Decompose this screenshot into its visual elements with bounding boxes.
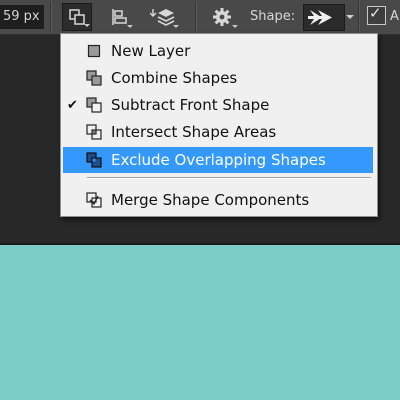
- intersect-shape-areas-icon: [86, 124, 102, 140]
- menu-item-intersect-shape-areas[interactable]: Intersect Shape Areas: [61, 119, 377, 145]
- toolbar-divider: [50, 2, 51, 32]
- menu-item-label: Merge Shape Components: [111, 191, 310, 209]
- new-layer-icon: [87, 44, 101, 58]
- path-alignment-button[interactable]: [104, 3, 134, 31]
- chevron-down-icon: [232, 25, 238, 28]
- menu-divider: [87, 177, 371, 178]
- menu-item-label: Exclude Overlapping Shapes: [111, 151, 326, 169]
- path-arrangement-icon: [150, 9, 175, 26]
- toolbar-divider: [195, 2, 196, 32]
- menu-item-label: Combine Shapes: [111, 69, 238, 87]
- merge-shape-components-icon: [86, 192, 102, 208]
- subtract-front-shape-icon: [86, 97, 102, 113]
- menu-item-label: Subtract Front Shape: [111, 96, 270, 114]
- chevron-down-icon: [127, 25, 133, 28]
- arrow-shape-icon: [308, 10, 332, 25]
- path-arrangement-button[interactable]: [146, 3, 180, 31]
- chevron-down-icon: [173, 25, 179, 28]
- menu-item-label: New Layer: [111, 42, 191, 60]
- path-operations-button[interactable]: [62, 3, 92, 31]
- menu-item-subtract-front-shape[interactable]: ✔ Subtract Front Shape: [61, 92, 377, 118]
- shape-picker[interactable]: [303, 4, 345, 31]
- menu-item-merge-shape-components[interactable]: Merge Shape Components: [61, 187, 377, 213]
- shape-label: Shape:: [250, 9, 296, 24]
- path-alignment-icon: [112, 9, 127, 25]
- combine-shapes-icon: [86, 70, 102, 86]
- align-edges-label: A: [390, 9, 399, 24]
- path-operations-menu: New Layer Combine Shapes ✔ Subtract Fron…: [60, 33, 378, 217]
- menu-item-new-layer[interactable]: New Layer: [61, 38, 377, 64]
- options-bar: 59 px Shape: ✓ A: [0, 0, 400, 35]
- settings-button[interactable]: [205, 3, 239, 31]
- menu-item-label: Intersect Shape Areas: [111, 123, 277, 141]
- chevron-down-icon: [84, 24, 90, 27]
- menu-item-combine-shapes[interactable]: Combine Shapes: [61, 65, 377, 91]
- checkmark-icon: ✓: [369, 4, 382, 22]
- gear-icon: [213, 8, 231, 26]
- menu-item-exclude-overlapping-shapes[interactable]: Exclude Overlapping Shapes: [63, 147, 373, 173]
- canvas[interactable]: [0, 245, 400, 400]
- align-edges-checkbox[interactable]: ✓: [367, 4, 386, 25]
- chevron-down-icon[interactable]: [346, 15, 354, 19]
- toolbar-divider: [358, 2, 359, 32]
- path-operations-icon: [69, 9, 85, 25]
- checkmark-icon: ✔: [67, 97, 78, 113]
- size-field[interactable]: 59 px: [0, 5, 44, 29]
- exclude-overlapping-shapes-icon: [86, 152, 102, 168]
